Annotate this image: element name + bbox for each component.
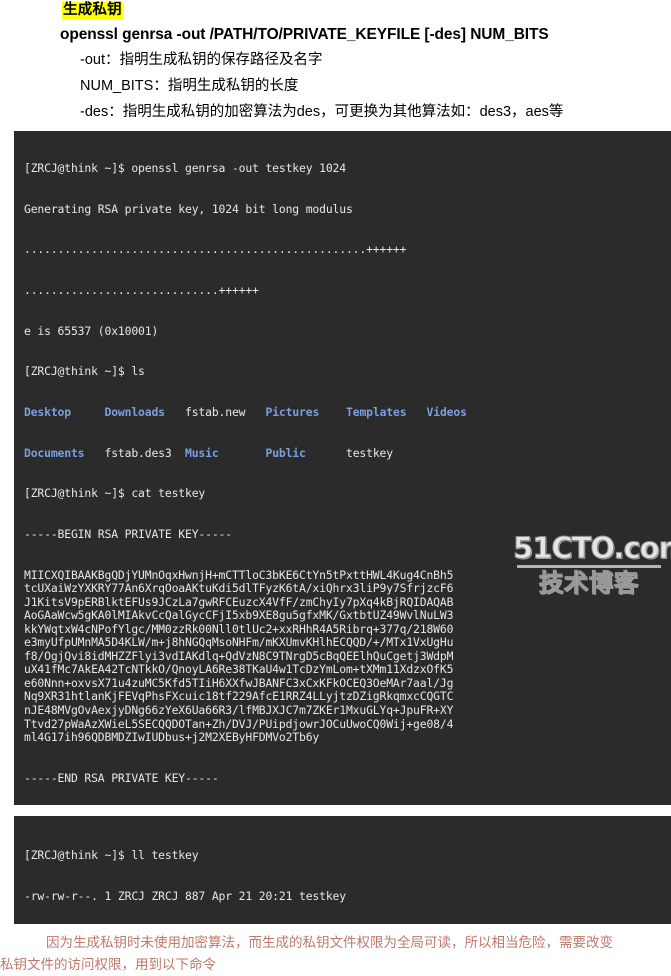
ls-directory-entry: Documents xyxy=(24,445,85,460)
key-begin-marker: -----BEGIN RSA PRIVATE KEY----- xyxy=(24,526,232,541)
terminal-line: [ZRCJ@think ~]$ ll testkey xyxy=(24,847,199,862)
ls-directory-entry: Templates xyxy=(346,404,407,419)
ls-directory-entry: Pictures xyxy=(265,404,320,419)
key-end-marker: -----END RSA PRIVATE KEY----- xyxy=(24,770,219,785)
key-body-line: e3myUfpUMnMA5D4KLW/m+j8hNGQqMsoNHFm/mKXU… xyxy=(24,635,454,650)
key-body-line: e60Nnn+oxvsX71u4zuMC5Kfd5TIiH6XXfwJBANFC… xyxy=(24,675,454,690)
option-description-numbits: NUM_BITS：指明生成私钥的长度 xyxy=(80,78,299,94)
ls-directory-entry: Desktop xyxy=(24,404,71,419)
terminal-line: ........................................… xyxy=(24,242,407,257)
command-syntax: openssl genrsa -out /PATH/TO/PRIVATE_KEY… xyxy=(60,26,549,43)
option-description-des: -des：指明生成私钥的加密算法为des，可更换为其他算法如：des3，aes等 xyxy=(80,104,564,120)
ls-file-entry: fstab.des3 xyxy=(104,445,172,460)
terminal-line: [ZRCJ@think ~]$ cat testkey xyxy=(24,486,206,501)
key-body-line: Ttvd27pWaAzXWieL5SECQQDOTan+Zh/DVJ/PUipd… xyxy=(24,716,454,731)
footer-line-2: 私钥文件的访问权限，用到以下命令 xyxy=(0,956,216,972)
ls-directory-entry: Downloads xyxy=(104,404,166,419)
key-body-line: kkYWqtxW4cNPofYlgc/MM0zzRk00Nll0tlUc2+xx… xyxy=(24,621,454,636)
footer-note: 因为生成私钥时未使用加密算法，而生成的私钥文件权限为全局可读，所以相当危险，需要… xyxy=(0,932,671,976)
ls-directory-entry: Videos xyxy=(426,404,467,419)
ls-directory-entry: Public xyxy=(265,445,306,460)
terminal-line: [ZRCJ@think ~]$ ls xyxy=(24,364,145,379)
terminal-output-top: [ZRCJ@think ~]$ openssl genrsa -out test… xyxy=(14,131,671,805)
key-body-line: AoGAaWcw5gKA0lMIAkvCcQalGycCFjI5xb9XE8gu… xyxy=(24,608,454,623)
ls-file-entry: testkey xyxy=(346,445,393,460)
key-body-line: ml4G17ih96QDBMDZIwIUDbus+j2M2XEByHFDMVo2… xyxy=(24,730,320,745)
private-key-body: MIICXQIBAAKBgQDjYUMnOqxHwnjH+mCTTloC3bKE… xyxy=(24,567,671,745)
terminal-line: e is 65537 (0x10001) xyxy=(24,323,159,338)
terminal-output-bottom: [ZRCJ@think ~]$ ll testkey -rw-rw-r--. 1… xyxy=(14,815,671,924)
footer-line-1: 因为生成私钥时未使用加密算法，而生成的私钥文件权限为全局可读，所以相当危险，需要… xyxy=(46,934,613,950)
key-body-line: nJE48MVgOvAexjyDNg66zYeX6Ua66R3/lfMBJXJC… xyxy=(24,702,454,717)
ls-directory-entry: Music xyxy=(185,445,219,460)
option-description-out: -out：指明生成私钥的保存路径及名字 xyxy=(80,52,323,68)
document-header: 生成私钥 openssl genrsa -out /PATH/TO/PRIVAT… xyxy=(0,0,671,123)
section-title: 生成私钥 xyxy=(62,2,123,19)
key-body-line: Nq9XR31htlanKjFEVqPhsFXcuic18tf229AfcE1R… xyxy=(24,689,454,704)
terminal-line: [ZRCJ@think ~]$ openssl genrsa -out test… xyxy=(24,161,346,176)
key-body-line: f8/OgjQvi8idMHZZFlyi3vdIAKdlq+QdVzN8C9TN… xyxy=(24,648,454,663)
terminal-line: -rw-rw-r--. 1 ZRCJ ZRCJ 887 Apr 21 20:21… xyxy=(24,888,346,903)
terminal-line: Generating RSA private key, 1024 bit lon… xyxy=(24,201,353,216)
key-body-line: J1KitsV9pERBlktEFUs9JCzLa7gwRFCEuzcX4VfF… xyxy=(24,594,454,609)
key-body-line: tcUXaiWzYXKRY77An6XrqOoaAKtuKdi5dlTFyzK6… xyxy=(24,581,454,596)
ls-listing-row: Documents fstab.des3 Music Public testke… xyxy=(24,445,671,461)
terminal-line: .............................++++++ xyxy=(24,283,259,298)
key-body-line: MIICXQIBAAKBgQDjYUMnOqxHwnjH+mCTTloC3bKE… xyxy=(24,567,454,582)
key-body-line: uX41fMc7AkEA42TcNTkkO/QnoyLA6Re38TKaU4w1… xyxy=(24,662,454,677)
ls-file-entry: fstab.new xyxy=(185,404,246,419)
ls-listing-row: Desktop Downloads fstab.new Pictures Tem… xyxy=(24,404,671,420)
